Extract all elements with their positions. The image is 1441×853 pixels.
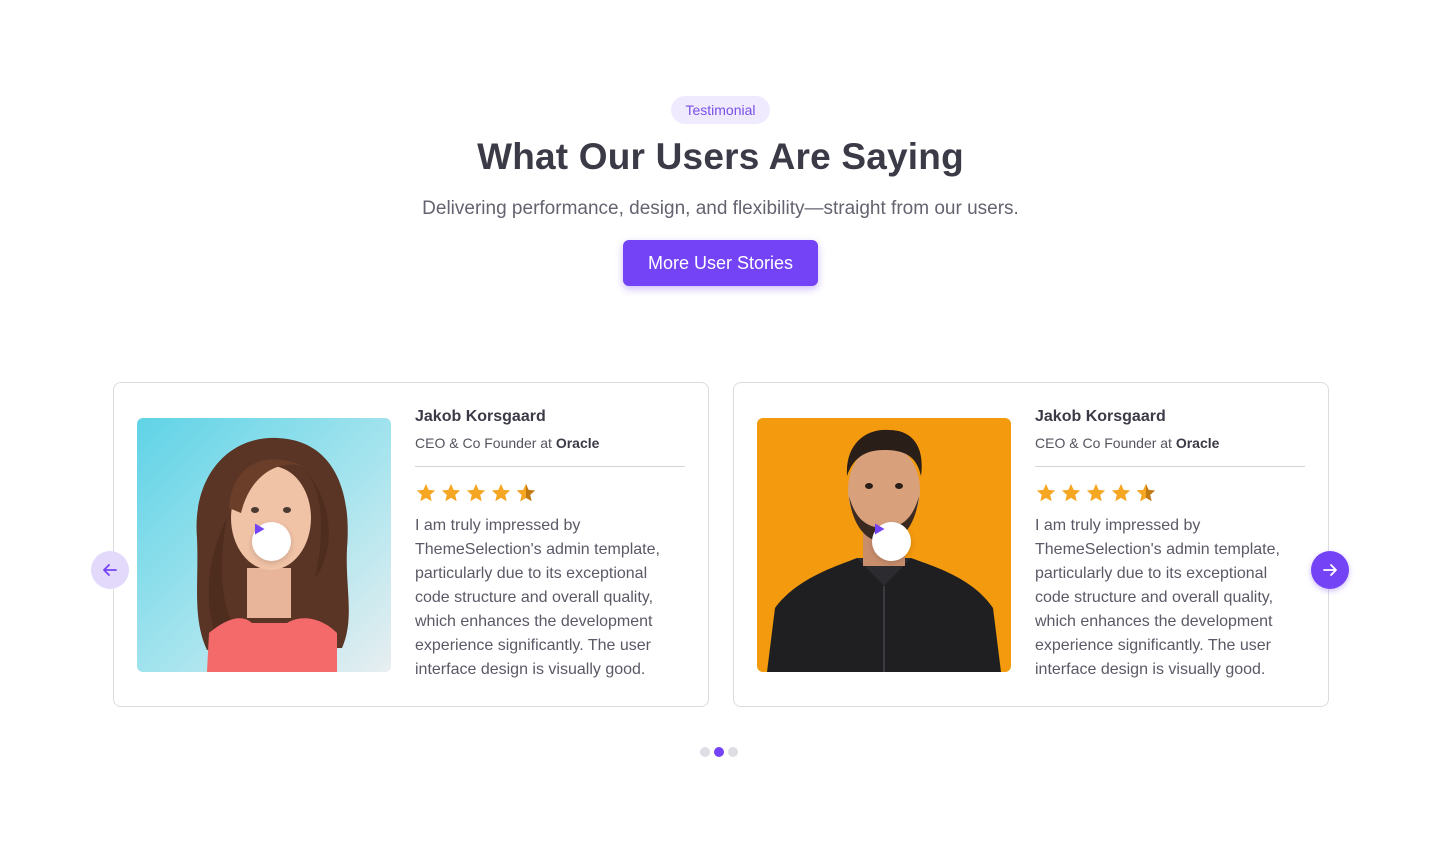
star-icon: [1036, 483, 1056, 502]
arrow-right-icon: [1323, 564, 1337, 576]
user-role-title: CEO & Co Founder at: [415, 435, 552, 451]
star-icon: [466, 483, 486, 502]
divider: [1035, 466, 1305, 467]
pagination-dot-active[interactable]: [714, 747, 724, 757]
pagination-dot[interactable]: [700, 747, 710, 757]
star-icon: [441, 483, 461, 502]
user-role: CEO & Co Founder at Oracle: [415, 435, 685, 451]
testimonial-content: Jakob Korsgaard CEO & Co Founder at Orac…: [1035, 408, 1305, 682]
play-button[interactable]: [252, 522, 291, 561]
more-user-stories-button[interactable]: More User Stories: [623, 240, 818, 286]
section-title: What Our Users Are Saying: [477, 136, 964, 177]
testimonial-content: Jakob Korsgaard CEO & Co Founder at Orac…: [415, 408, 685, 682]
testimonial-quote: I am truly impressed by ThemeSelection's…: [415, 517, 660, 678]
star-rating: [1035, 482, 1305, 504]
star-icon: [416, 483, 436, 502]
star-icon: [1061, 483, 1081, 502]
star-half-icon: [1136, 483, 1156, 502]
user-name: Jakob Korsgaard: [1035, 408, 1166, 425]
user-company: Oracle: [1175, 435, 1220, 451]
star-icon: [1086, 483, 1106, 502]
divider: [415, 466, 685, 467]
testimonial-card: Jakob Korsgaard CEO & Co Founder at Orac…: [113, 382, 709, 707]
user-company: Oracle: [555, 435, 600, 451]
play-icon: [255, 523, 265, 535]
user-role-title: CEO & Co Founder at: [1035, 435, 1172, 451]
testimonial-quote: I am truly impressed by ThemeSelection's…: [1035, 517, 1280, 678]
user-video-thumbnail[interactable]: [757, 418, 1011, 672]
star-half-icon: [516, 483, 536, 502]
user-role: CEO & Co Founder at Oracle: [1035, 435, 1305, 451]
star-icon: [491, 483, 511, 502]
pagination-dot[interactable]: [728, 747, 738, 757]
testimonial-section: Testimonial What Our Users Are Saying De…: [0, 0, 1441, 853]
carousel-pagination: [700, 746, 742, 758]
star-icon: [1111, 483, 1131, 502]
section-subtitle: Delivering performance, design, and flex…: [422, 198, 1019, 219]
user-video-thumbnail[interactable]: [137, 418, 391, 672]
testimonial-card: Jakob Korsgaard CEO & Co Founder at Orac…: [733, 382, 1329, 707]
section-badge: Testimonial: [671, 96, 770, 124]
carousel-next-button[interactable]: [1311, 551, 1349, 589]
carousel-prev-button[interactable]: [91, 551, 129, 589]
arrow-left-icon: [103, 564, 117, 576]
play-icon: [875, 523, 885, 535]
play-button[interactable]: [872, 522, 911, 561]
user-name: Jakob Korsgaard: [415, 408, 546, 425]
star-rating: [415, 482, 685, 504]
